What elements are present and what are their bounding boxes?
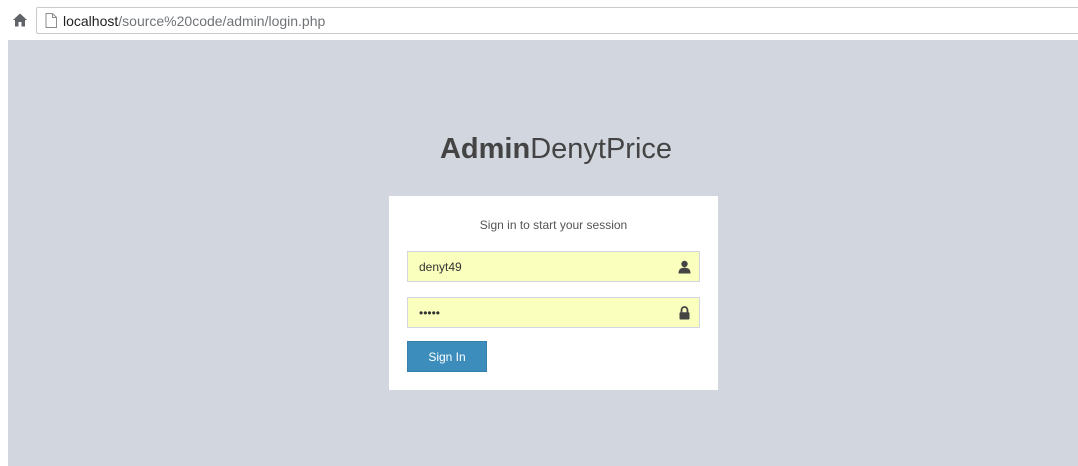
password-input[interactable] — [408, 298, 699, 327]
home-icon[interactable] — [12, 12, 28, 28]
logo-bold-text: Admin — [439, 133, 531, 165]
username-input[interactable] — [408, 252, 699, 281]
page-icon — [45, 13, 57, 28]
password-field[interactable] — [407, 297, 700, 328]
browser-toolbar: localhost/source%20code/admin/login.php — [0, 0, 1078, 37]
url-path: /source%20code/admin/login.php — [118, 12, 326, 29]
username-field[interactable] — [407, 251, 700, 282]
address-bar[interactable]: localhost/source%20code/admin/login.php — [36, 7, 1078, 34]
lock-icon — [679, 306, 690, 320]
logo-light-text: DenytPrice — [530, 133, 673, 165]
url-text: localhost/source%20code/admin/login.php — [63, 13, 325, 29]
url-host: localhost — [63, 12, 119, 29]
sign-in-button[interactable]: Sign In — [407, 341, 487, 372]
login-box-message: Sign in to start your session — [479, 218, 628, 232]
user-icon — [678, 260, 691, 274]
app-logo[interactable]: AdminDenytPrice — [436, 133, 676, 166]
page-viewport: AdminDenytPrice Sign in to start your se… — [8, 40, 1078, 466]
login-box: Sign in to start your session Sign In — [389, 196, 718, 390]
